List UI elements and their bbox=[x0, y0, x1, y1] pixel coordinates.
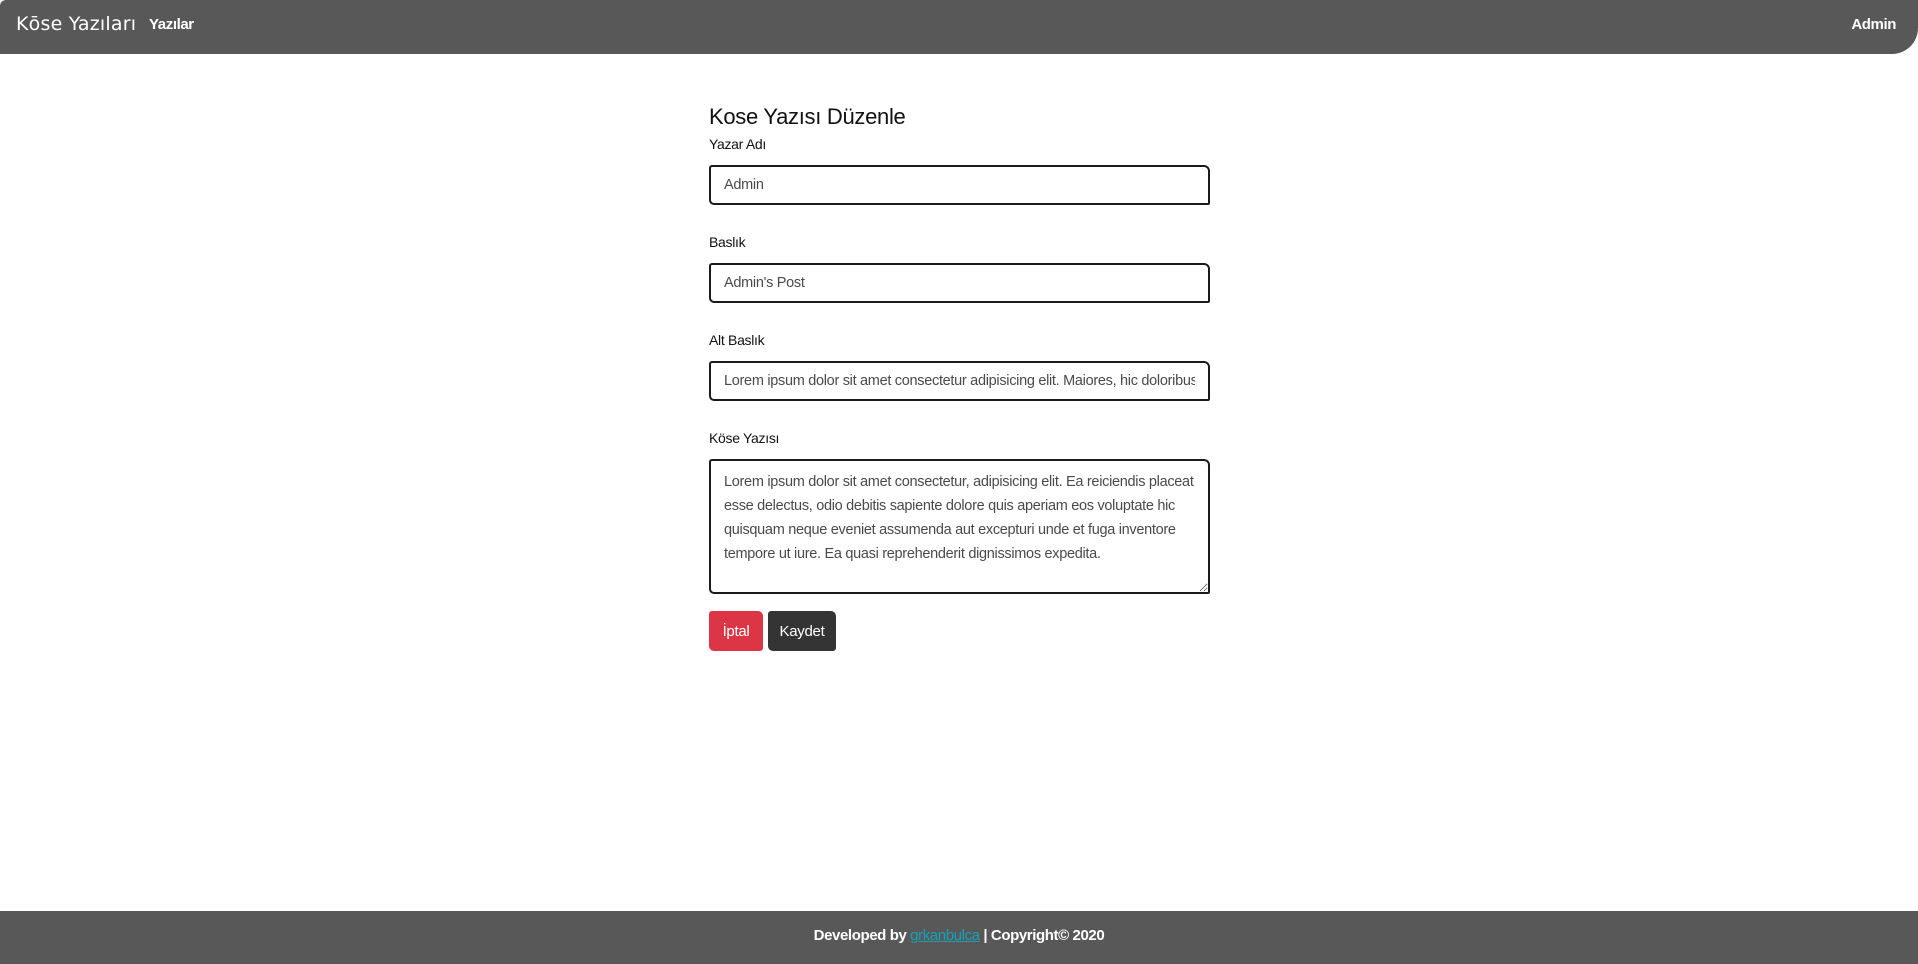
author-label: Yazar Adı bbox=[709, 136, 766, 152]
save-button[interactable]: Kaydet bbox=[768, 611, 836, 651]
edit-post-form: Kose Yazısı Düzenle Yazar Adı Baslık Alt… bbox=[709, 104, 1211, 651]
brand-logo[interactable]: Kōse Yazıları bbox=[16, 13, 136, 35]
page-footer: Developed by grkanbulca | Copyright© 202… bbox=[0, 911, 1918, 964]
subtitle-label: Alt Baslık bbox=[709, 332, 765, 348]
subtitle-input[interactable] bbox=[709, 361, 1210, 401]
body-textarea[interactable]: Lorem ipsum dolor sit amet consectetur, … bbox=[709, 459, 1210, 594]
cancel-button[interactable]: İptal bbox=[709, 611, 763, 651]
title-input[interactable] bbox=[709, 263, 1210, 303]
footer-copyright: | Copyright© 2020 bbox=[979, 927, 1105, 944]
body-label: Köse Yazısı bbox=[709, 430, 780, 446]
footer-prefix: Developed by bbox=[813, 927, 911, 944]
top-navbar: Kōse Yazıları Yazılar Admin bbox=[0, 0, 1918, 54]
author-input[interactable] bbox=[709, 165, 1210, 205]
user-menu[interactable]: Admin bbox=[1851, 16, 1896, 33]
page-title: Kose Yazısı Düzenle bbox=[709, 104, 906, 129]
form-actions: İptal Kaydet bbox=[709, 611, 1211, 651]
title-label: Baslık bbox=[709, 234, 746, 250]
footer-author-link[interactable]: grkanbulca bbox=[910, 927, 980, 944]
nav-link-posts[interactable]: Yazılar bbox=[149, 16, 194, 33]
